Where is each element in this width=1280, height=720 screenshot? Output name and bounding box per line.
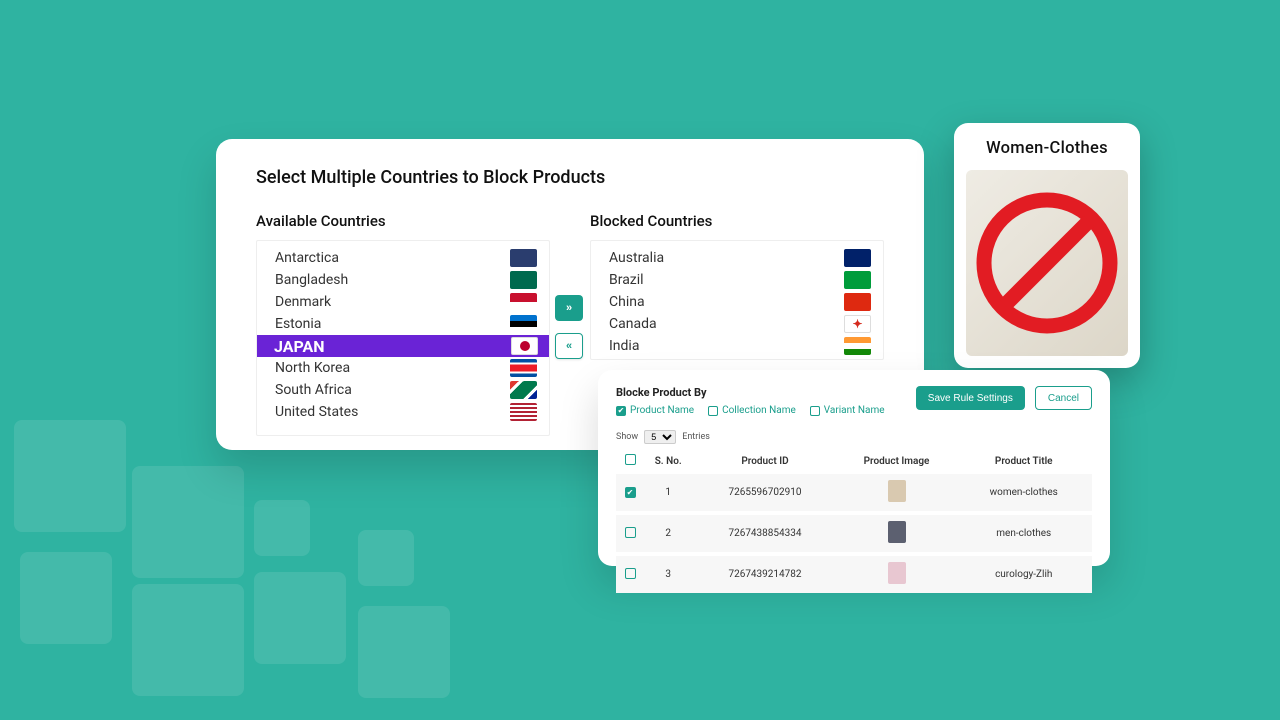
filter-collection-name[interactable]: Collection Name: [708, 405, 796, 416]
blocked-countries-label: Blocked Countries: [590, 212, 884, 230]
transfer-buttons: » «: [555, 295, 583, 359]
country-name: Brazil: [609, 272, 644, 288]
filter-product-name[interactable]: ✔ Product Name: [616, 405, 694, 416]
filter-variant-name[interactable]: Variant Name: [810, 405, 885, 416]
checkbox-icon: [810, 406, 820, 416]
country-row[interactable]: Antarctica: [257, 247, 549, 269]
checkbox-icon: ✔: [616, 406, 626, 416]
flag-icon: [510, 403, 537, 421]
country-row[interactable]: North Korea: [257, 357, 549, 379]
product-preview-title: Women-Clothes: [986, 139, 1108, 158]
country-row[interactable]: Australia: [591, 247, 883, 269]
country-name: Antarctica: [275, 250, 339, 266]
country-row[interactable]: China: [591, 291, 883, 313]
country-name: Estonia: [275, 316, 321, 332]
country-row[interactable]: Denmark: [257, 291, 549, 313]
table-row[interactable]: ✔ 1 7265596702910 women-clothes: [616, 474, 1092, 511]
move-right-button[interactable]: »: [555, 295, 583, 321]
th-pimg: Product Image: [838, 454, 956, 470]
filter-label: Product Name: [630, 405, 694, 416]
products-table: S. No. Product ID Product Image Product …: [616, 450, 1092, 597]
filter-label: Variant Name: [824, 405, 885, 416]
row-checkbox[interactable]: [625, 568, 636, 579]
table-row[interactable]: 3 7267439214782 curology-Zlih: [616, 556, 1092, 593]
country-name: United States: [275, 404, 358, 420]
cancel-button[interactable]: Cancel: [1035, 386, 1092, 410]
country-row[interactable]: India: [591, 335, 883, 357]
block-rule-filters: ✔ Product Name Collection Name Variant N…: [616, 405, 885, 416]
forbidden-icon: [966, 170, 1128, 356]
flag-icon: [844, 337, 871, 355]
flag-icon: ✦: [844, 315, 871, 333]
cell-sno: 1: [644, 474, 692, 511]
country-name: Australia: [609, 250, 664, 266]
available-countries-panel: Available Countries Antarctica Banglades…: [256, 212, 550, 436]
country-row[interactable]: Estonia: [257, 313, 549, 335]
country-row[interactable]: Bangladesh: [257, 269, 549, 291]
product-thumb: [888, 562, 906, 584]
flag-icon: [510, 381, 537, 399]
country-name: India: [609, 338, 639, 354]
save-rule-button[interactable]: Save Rule Settings: [916, 386, 1025, 410]
country-name: Bangladesh: [275, 272, 348, 288]
flag-icon: [510, 293, 537, 311]
cell-title: curology-Zlih: [955, 556, 1092, 593]
move-left-button[interactable]: «: [555, 333, 583, 359]
flag-icon: [511, 337, 538, 355]
show-label: Show: [616, 432, 638, 442]
country-name: China: [609, 294, 645, 310]
country-name: JAPAN: [274, 337, 325, 356]
product-preview-card: Women-Clothes: [954, 123, 1140, 368]
country-name: North Korea: [275, 360, 350, 376]
country-row[interactable]: United States: [257, 401, 549, 423]
table-row[interactable]: 2 7267438854334 men-clothes: [616, 515, 1092, 552]
country-row-selected[interactable]: JAPAN: [256, 335, 550, 357]
country-row[interactable]: South Africa: [257, 379, 549, 401]
th-sno: S. No.: [644, 454, 692, 470]
flag-icon: [844, 249, 871, 267]
country-row[interactable]: Brazil: [591, 269, 883, 291]
flag-icon: [844, 271, 871, 289]
cell-pid: 7265596702910: [692, 474, 837, 511]
block-rule-card: Blocke Product By ✔ Product Name Collect…: [598, 370, 1110, 566]
th-ptitle: Product Title: [955, 454, 1092, 470]
entries-label: Entries: [682, 432, 710, 442]
country-name: Denmark: [275, 294, 331, 310]
flag-icon: [510, 315, 537, 333]
cell-title: women-clothes: [955, 474, 1092, 511]
row-checkbox[interactable]: ✔: [625, 487, 636, 498]
flag-icon: [510, 271, 537, 289]
filter-label: Collection Name: [722, 405, 796, 416]
flag-icon: [510, 359, 537, 377]
entries-select[interactable]: 5: [644, 430, 676, 444]
country-name: Canada: [609, 316, 657, 332]
available-countries-listbox[interactable]: Antarctica Bangladesh Denmark Estonia JA…: [256, 240, 550, 436]
row-checkbox[interactable]: [625, 527, 636, 538]
flag-icon: [844, 293, 871, 311]
product-preview-image: [966, 170, 1128, 356]
checkbox-icon: [708, 406, 718, 416]
cell-pid: 7267439214782: [692, 556, 837, 593]
country-row[interactable]: Canada ✦: [591, 313, 883, 335]
product-thumb: [888, 521, 906, 543]
select-all-checkbox[interactable]: [625, 454, 636, 465]
show-entries-control: Show 5 Entries: [616, 430, 1092, 444]
cell-title: men-clothes: [955, 515, 1092, 552]
available-countries-label: Available Countries: [256, 212, 550, 230]
cell-pid: 7267438854334: [692, 515, 837, 552]
blocked-countries-listbox[interactable]: Australia Brazil China Canada ✦: [590, 240, 884, 360]
countries-block-title: Select Multiple Countries to Block Produ…: [256, 167, 884, 188]
cell-sno: 2: [644, 515, 692, 552]
block-rule-title: Blocke Product By: [616, 386, 885, 399]
product-thumb: [888, 480, 906, 502]
country-name: South Africa: [275, 382, 352, 398]
flag-icon: [510, 249, 537, 267]
th-pid: Product ID: [692, 454, 837, 470]
cell-sno: 3: [644, 556, 692, 593]
